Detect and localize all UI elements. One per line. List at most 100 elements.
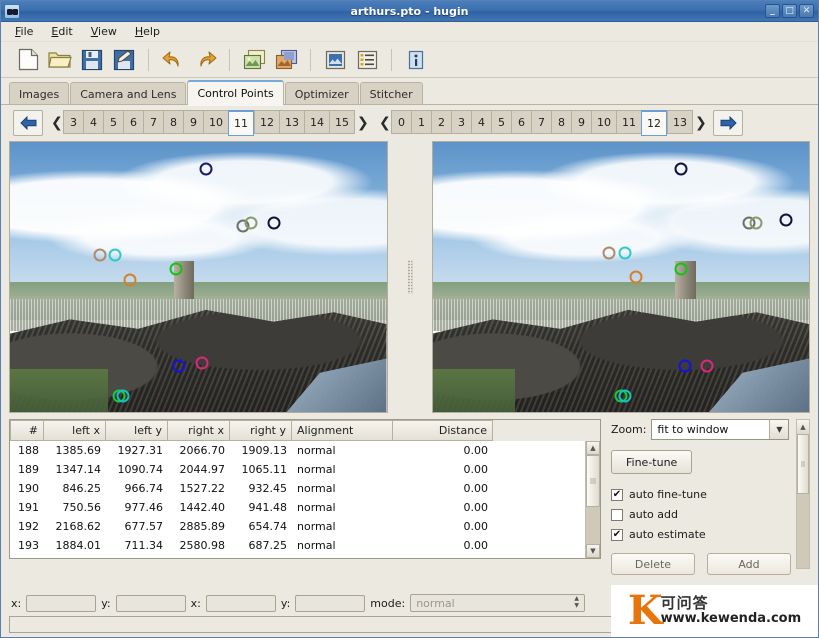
- left-prev-chevron-icon[interactable]: ❮: [49, 116, 63, 130]
- left-num-11[interactable]: 11: [228, 110, 254, 136]
- right-control-point-marker[interactable]: [674, 162, 688, 176]
- right-control-point-marker[interactable]: [749, 216, 763, 230]
- left-num-10[interactable]: 10: [203, 110, 228, 134]
- scroll-up-button[interactable]: ▲: [586, 441, 600, 455]
- column-header-num[interactable]: #: [10, 420, 44, 441]
- right-control-point-marker[interactable]: [602, 246, 616, 260]
- table-row[interactable]: 191 750.56 977.46 1442.40 941.48 normal 0.00: [10, 498, 600, 517]
- status-field-x1[interactable]: [26, 594, 97, 612]
- right-control-point-marker[interactable]: [674, 262, 688, 276]
- spinner-icon[interactable]: ▲ ▼: [570, 596, 583, 610]
- auto-fine-tune-checkbox-box[interactable]: ✔: [611, 488, 623, 501]
- right-num-8[interactable]: 8: [551, 110, 571, 134]
- right-prev-chevron-icon[interactable]: ❮: [377, 116, 391, 130]
- save-project-icon[interactable]: [79, 47, 105, 73]
- right-jump-button[interactable]: [713, 110, 743, 136]
- side-scroll-track[interactable]: [797, 494, 809, 568]
- table-vertical-scrollbar[interactable]: ▲ ▼: [585, 441, 600, 558]
- fine-tune-button[interactable]: Fine-tune: [611, 450, 693, 474]
- tab-images[interactable]: Images: [9, 82, 70, 105]
- table-row[interactable]: 189 1347.14 1090.74 2044.97 1065.11 normal 0.0…: [10, 460, 600, 479]
- left-control-point-marker[interactable]: [93, 248, 107, 262]
- left-control-point-marker[interactable]: [199, 162, 213, 176]
- left-num-4[interactable]: 4: [83, 110, 103, 134]
- right-num-5[interactable]: 5: [491, 110, 511, 134]
- right-num-11[interactable]: 11: [616, 110, 641, 134]
- table-row[interactable]: 192 2168.62 677.57 2885.89 654.74 normal 0.00: [10, 517, 600, 536]
- status-field-x2[interactable]: [205, 594, 276, 612]
- right-next-chevron-icon[interactable]: ❯: [693, 116, 707, 130]
- left-num-6[interactable]: 6: [123, 110, 143, 134]
- tab-control-points[interactable]: Control Points: [187, 80, 284, 106]
- right-num-6[interactable]: 6: [511, 110, 531, 134]
- side-panel-scrollbar[interactable]: ▲: [796, 419, 810, 569]
- mode-select[interactable]: normal ▲ ▼: [410, 594, 586, 612]
- zoom-select[interactable]: fit to window ▼: [651, 419, 790, 440]
- auto-add-checkbox-box[interactable]: [611, 508, 623, 521]
- scroll-down-button[interactable]: ▼: [586, 544, 600, 558]
- left-next-chevron-icon[interactable]: ❯: [355, 116, 369, 130]
- preview-panorama-icon[interactable]: [322, 47, 348, 73]
- left-num-8[interactable]: 8: [163, 110, 183, 134]
- right-control-point-marker[interactable]: [618, 389, 631, 403]
- right-control-point-marker[interactable]: [678, 359, 692, 373]
- scroll-thumb[interactable]: [586, 455, 600, 507]
- add-button[interactable]: Add: [707, 553, 791, 575]
- column-header-right_y[interactable]: right y: [230, 420, 292, 441]
- tab-camera-and-lens[interactable]: Camera and Lens: [70, 82, 187, 105]
- left-control-point-marker[interactable]: [267, 216, 281, 230]
- right-num-7[interactable]: 7: [531, 110, 551, 134]
- delete-button[interactable]: Delete: [611, 553, 695, 575]
- table-row[interactable]: 188 1385.69 1927.31 2066.70 1909.13 normal 0.0…: [10, 441, 600, 460]
- close-button[interactable]: ✕: [799, 4, 814, 18]
- add-image-series-icon[interactable]: [273, 47, 299, 73]
- right-num-12[interactable]: 12: [641, 110, 667, 136]
- chevron-down-icon[interactable]: ▼: [769, 420, 789, 439]
- right-num-3[interactable]: 3: [451, 110, 471, 134]
- right-num-0[interactable]: 0: [391, 110, 411, 134]
- column-header-right_x[interactable]: right x: [168, 420, 230, 441]
- checkbox-auto-add[interactable]: auto add: [611, 508, 810, 521]
- side-scroll-up-button[interactable]: ▲: [797, 420, 809, 434]
- left-control-point-marker[interactable]: [116, 389, 130, 403]
- right-control-point-marker[interactable]: [700, 359, 714, 373]
- left-num-15[interactable]: 15: [329, 110, 355, 134]
- identify-icon[interactable]: [403, 47, 429, 73]
- status-field-y2[interactable]: [295, 594, 366, 612]
- left-num-13[interactable]: 13: [279, 110, 304, 134]
- checkbox-auto-estimate[interactable]: ✔ auto estimate: [611, 528, 810, 541]
- left-num-7[interactable]: 7: [143, 110, 163, 134]
- open-project-icon[interactable]: [47, 47, 73, 73]
- table-row[interactable]: 190 846.25 966.74 1527.22 932.45 normal 0.00: [10, 479, 600, 498]
- column-header-alignment[interactable]: Alignment: [292, 420, 393, 441]
- right-num-2[interactable]: 2: [431, 110, 451, 134]
- left-num-3[interactable]: 3: [63, 110, 83, 134]
- right-num-10[interactable]: 10: [591, 110, 616, 134]
- left-control-point-marker[interactable]: [108, 248, 122, 262]
- left-num-9[interactable]: 9: [183, 110, 203, 134]
- column-header-left_y[interactable]: left y: [106, 420, 168, 441]
- left-image-pane[interactable]: [9, 141, 388, 413]
- checkbox-auto-fine-tune[interactable]: ✔ auto fine-tune: [611, 488, 810, 501]
- tab-stitcher[interactable]: Stitcher: [359, 82, 423, 105]
- undo-icon[interactable]: [160, 47, 186, 73]
- left-control-point-marker[interactable]: [169, 262, 183, 276]
- new-project-icon[interactable]: [15, 47, 41, 73]
- right-control-point-marker[interactable]: [629, 270, 643, 284]
- minimize-button[interactable]: _: [765, 4, 780, 18]
- left-control-point-marker[interactable]: [244, 216, 258, 230]
- right-control-point-marker[interactable]: [779, 213, 793, 227]
- side-scroll-thumb[interactable]: [797, 434, 809, 494]
- tab-optimizer[interactable]: Optimizer: [284, 82, 359, 105]
- show-control-points-icon[interactable]: [354, 47, 380, 73]
- menu-help[interactable]: Help: [133, 24, 162, 39]
- pane-splitter[interactable]: [387, 141, 432, 413]
- left-jump-button[interactable]: [13, 110, 43, 136]
- menu-edit[interactable]: Edit: [49, 24, 74, 39]
- right-num-4[interactable]: 4: [471, 110, 491, 134]
- right-num-1[interactable]: 1: [411, 110, 431, 134]
- menu-view[interactable]: View: [89, 24, 119, 39]
- menu-file[interactable]: File: [13, 24, 35, 39]
- add-image-icon[interactable]: [241, 47, 267, 73]
- column-header-distance[interactable]: Distance: [393, 420, 493, 441]
